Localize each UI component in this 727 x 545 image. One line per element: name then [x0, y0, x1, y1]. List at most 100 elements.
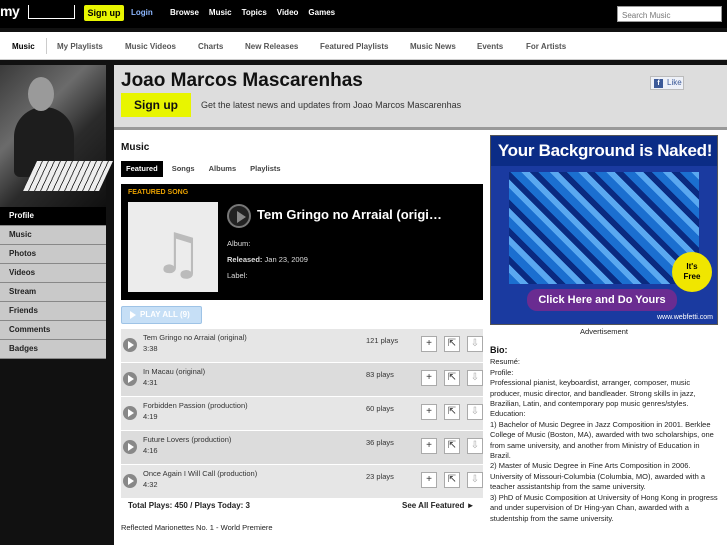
sidebar-item-badges[interactable]: Badges: [0, 340, 106, 359]
sidebar-item-friends[interactable]: Friends: [0, 302, 106, 321]
subnav-charts[interactable]: Charts: [198, 42, 223, 51]
nav-video[interactable]: Video: [277, 8, 299, 17]
track-name[interactable]: In Macau (original): [143, 367, 205, 376]
artist-tagline: Get the latest news and updates from Joa…: [201, 100, 462, 110]
track-name[interactable]: Future Lovers (production): [143, 435, 231, 444]
login-link[interactable]: Login: [131, 8, 153, 17]
ad-label: Advertisement: [580, 327, 628, 336]
site-logo[interactable]: my: [0, 3, 20, 19]
bio-line: 2) Master of Music Degree in Fine Arts C…: [490, 461, 708, 492]
download-icon[interactable]: ⇩: [467, 370, 483, 386]
label-meta: Label:: [227, 271, 247, 280]
music-tabs: Featured Songs Albums Playlists: [121, 161, 290, 177]
track-row: Tem Gringo no Arraial (original) 3:38 12…: [121, 329, 483, 363]
main-content: Joao Marcos Mascarenhas Sign up Get the …: [114, 65, 727, 545]
share-icon[interactable]: ⇱: [444, 438, 460, 454]
subnav-featured-playlists[interactable]: Featured Playlists: [320, 42, 388, 51]
sidebar-item-photos[interactable]: Photos: [0, 245, 106, 264]
album-meta: Album:: [227, 239, 250, 248]
label-label: Label:: [227, 271, 248, 280]
subnav-my-playlists[interactable]: My Playlists: [57, 42, 103, 51]
subnav-music-news[interactable]: Music News: [410, 42, 456, 51]
featured-song-panel: FEATURED SONG ♫ Tem Gringo no Arraial (o…: [121, 184, 483, 300]
track-row: In Macau (original) 4:31 83 plays + ⇱ ⇩: [121, 363, 483, 397]
nav-topics[interactable]: Topics: [242, 8, 267, 17]
share-icon[interactable]: ⇱: [444, 336, 460, 352]
share-icon[interactable]: ⇱: [444, 404, 460, 420]
ad-badge-line2: Free: [683, 272, 701, 281]
sidebar-item-videos[interactable]: Videos: [0, 264, 106, 283]
sidebar-item-comments[interactable]: Comments: [0, 321, 106, 340]
add-icon[interactable]: +: [421, 336, 437, 352]
ad-hearts-image: [509, 172, 699, 284]
tab-albums[interactable]: Albums: [204, 161, 242, 177]
track-plays: 36 plays: [366, 438, 394, 447]
add-icon[interactable]: +: [421, 370, 437, 386]
subnav-divider: [46, 38, 47, 54]
track-name[interactable]: Tem Gringo no Arraial (original): [143, 333, 247, 342]
advertisement-banner[interactable]: Your Background is Naked! It's Free Click…: [490, 135, 718, 325]
download-icon[interactable]: ⇩: [467, 404, 483, 420]
track-play-icon[interactable]: [123, 372, 137, 386]
artist-header: Joao Marcos Mascarenhas Sign up Get the …: [114, 65, 727, 127]
nav-browse[interactable]: Browse: [170, 8, 199, 17]
sidebar-item-music[interactable]: Music: [0, 226, 106, 245]
profile-menu: Profile Music Photos Videos Stream Frien…: [0, 207, 106, 359]
subnav-for-artists[interactable]: For Artists: [526, 42, 566, 51]
download-icon[interactable]: ⇩: [467, 336, 483, 352]
bio-line: Education:: [490, 409, 526, 419]
sidebar-item-profile[interactable]: Profile: [0, 207, 106, 226]
bio-title: Bio:: [490, 345, 508, 355]
bio-line: Profile:: [490, 367, 514, 377]
featured-play-icon[interactable]: [227, 204, 251, 228]
track-play-icon[interactable]: [123, 338, 137, 352]
subnav-music[interactable]: Music: [12, 42, 35, 51]
logo-underline: [28, 5, 75, 19]
tab-featured[interactable]: Featured: [121, 161, 163, 177]
tab-playlists[interactable]: Playlists: [245, 161, 285, 177]
other-item[interactable]: Reflected Marionettes No. 1 - World Prem…: [121, 523, 273, 532]
track-name[interactable]: Forbidden Passion (production): [143, 401, 248, 410]
track-play-icon[interactable]: [123, 406, 137, 420]
released-meta: Released: Jan 23, 2009: [227, 255, 308, 264]
sidebar-item-stream[interactable]: Stream: [0, 283, 106, 302]
track-name[interactable]: Once Again I Will Call (production): [143, 469, 257, 478]
top-signup-button[interactable]: Sign up: [84, 5, 124, 21]
facebook-like-button[interactable]: f Like: [650, 76, 684, 90]
see-all-featured-link[interactable]: See All Featured ►: [402, 501, 475, 510]
track-duration: 4:16: [143, 446, 158, 455]
track-duration: 4:32: [143, 480, 158, 489]
top-bar: my Sign up Login Browse Music Topics Vid…: [0, 0, 727, 28]
track-duration: 4:19: [143, 412, 158, 421]
track-play-icon[interactable]: [123, 440, 137, 454]
nav-music[interactable]: Music: [209, 8, 232, 17]
download-icon[interactable]: ⇩: [467, 472, 483, 488]
subnav-music-videos[interactable]: Music Videos: [125, 42, 176, 51]
photo-head: [28, 77, 54, 111]
add-icon[interactable]: +: [421, 404, 437, 420]
artist-photo[interactable]: [0, 65, 113, 207]
released-value: Jan 23, 2009: [264, 255, 308, 264]
artist-name: Joao Marcos Mascarenhas: [121, 70, 363, 91]
total-plays: Total Plays: 450 / Plays Today: 3: [128, 501, 250, 510]
nav-games[interactable]: Games: [308, 8, 335, 17]
subnav-events[interactable]: Events: [477, 42, 503, 51]
track-plays: 60 plays: [366, 404, 394, 413]
ad-cta-button[interactable]: Click Here and Do Yours: [527, 289, 677, 311]
add-icon[interactable]: +: [421, 472, 437, 488]
track-duration: 4:31: [143, 378, 158, 387]
search-input[interactable]: Search Music: [617, 6, 722, 22]
tab-songs[interactable]: Songs: [167, 161, 200, 177]
ad-free-badge: It's Free: [672, 252, 712, 292]
add-icon[interactable]: +: [421, 438, 437, 454]
share-icon[interactable]: ⇱: [444, 472, 460, 488]
track-play-icon[interactable]: [123, 474, 137, 488]
featured-song-title[interactable]: Tem Gringo no Arraial (origi…: [257, 207, 442, 222]
artist-signup-button[interactable]: Sign up: [121, 93, 191, 117]
share-icon[interactable]: ⇱: [444, 370, 460, 386]
subnav-new-releases[interactable]: New Releases: [245, 42, 298, 51]
play-all-button[interactable]: PLAY ALL (9): [121, 306, 202, 324]
released-label: Released:: [227, 255, 263, 264]
download-icon[interactable]: ⇩: [467, 438, 483, 454]
bio-line: 3) PhD of Music Composition at Universit…: [490, 492, 720, 523]
